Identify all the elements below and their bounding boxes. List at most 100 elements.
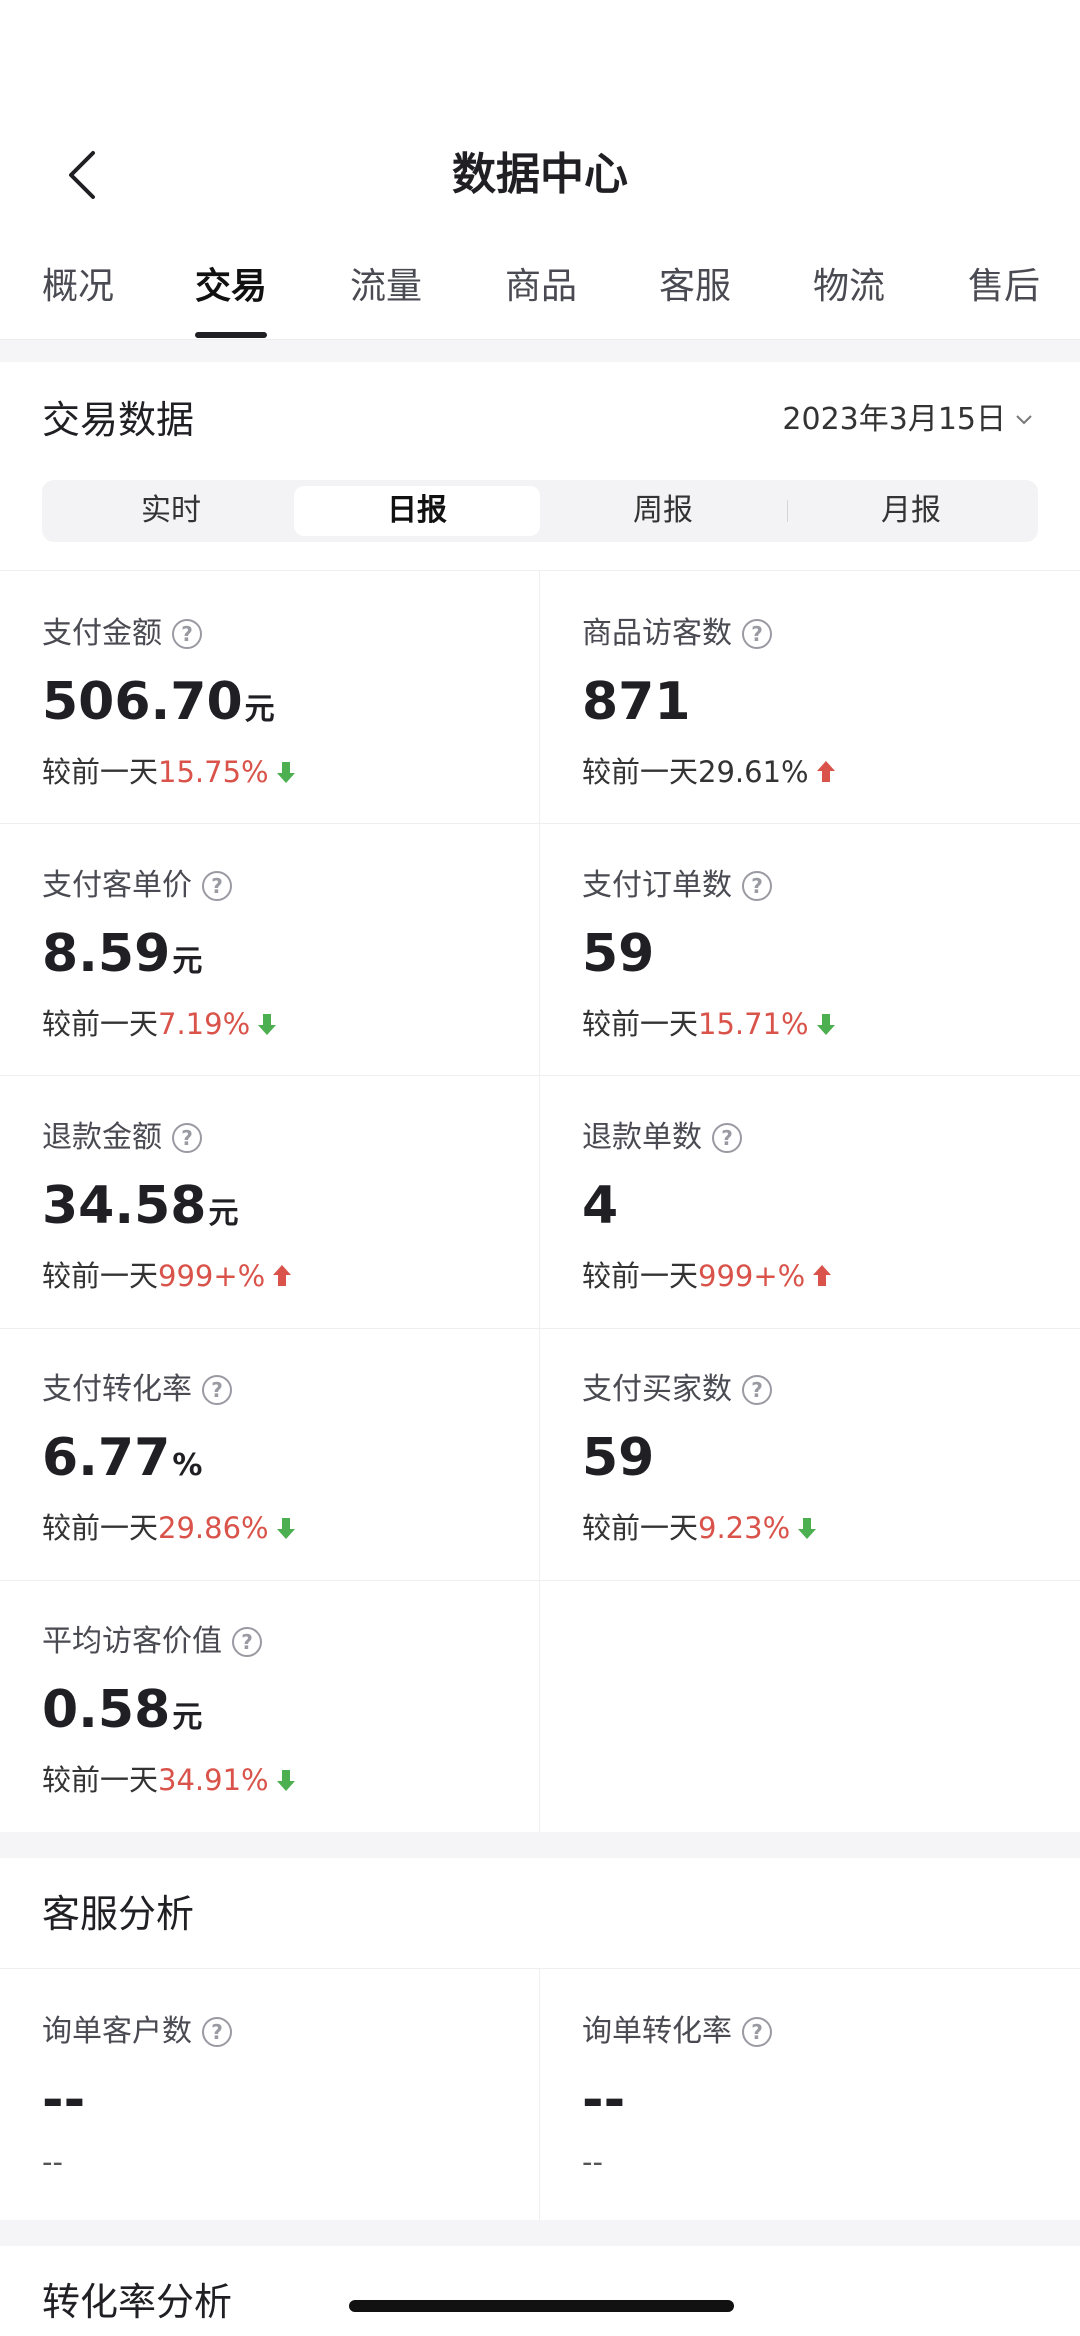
metric-product-visitors[interactable]: 商品访客数? 871 较前一天 29.61% (582, 614, 1080, 792)
metric-label: 支付转化率 (42, 1372, 192, 1407)
tab-customer-service[interactable]: 客服 (659, 262, 731, 312)
help-icon[interactable]: ? (172, 619, 202, 649)
metric-label: 支付订单数 (582, 868, 732, 903)
arrow-up-icon (815, 760, 837, 784)
conversion-section-title: 转化率分析 (42, 2280, 233, 2324)
metric-value: 59 (582, 1428, 655, 1488)
tab-traffic[interactable]: 流量 (350, 262, 422, 312)
metric-payment-amount[interactable]: 支付金额? 506.70元 较前一天 15.75% (42, 614, 542, 792)
period-weekly[interactable]: 周报 (540, 486, 786, 536)
metric-value: 506.70 (42, 672, 243, 732)
metric-change: 15.75% (158, 755, 269, 789)
metric-label: 平均访客价值 (42, 1624, 222, 1659)
help-icon[interactable]: ? (742, 2017, 772, 2047)
metric-change: 29.61% (698, 755, 809, 789)
metric-label: 商品访客数 (582, 616, 732, 651)
arrow-up-icon (271, 1264, 293, 1288)
metric-unit: % (172, 1448, 203, 1483)
divider (0, 823, 1080, 824)
help-icon[interactable]: ? (742, 871, 772, 901)
metric-inquiry-customers[interactable]: 询单客户数? -- -- (42, 2012, 542, 2182)
metric-refund-amount[interactable]: 退款金额? 34.58元 较前一天 999+% (42, 1118, 542, 1296)
metric-avg-visitor-value[interactable]: 平均访客价值? 0.58元 较前一天 34.91% (42, 1622, 542, 1800)
help-icon[interactable]: ? (202, 1375, 232, 1405)
divider (0, 1328, 1080, 1329)
metric-value: -- (582, 2070, 626, 2130)
arrow-down-icon (256, 1012, 278, 1036)
metric-change: 15.71% (698, 1007, 809, 1041)
metric-change: 999+% (158, 1259, 266, 1293)
tab-logistics[interactable]: 物流 (813, 262, 885, 312)
page-title: 数据中心 (452, 149, 628, 200)
metric-value: 6.77 (42, 1428, 171, 1488)
arrow-down-icon (796, 1516, 818, 1540)
date-value: 2023年3月15日 (782, 402, 1006, 437)
help-icon[interactable]: ? (742, 1375, 772, 1405)
metric-value: 34.58 (42, 1176, 207, 1236)
arrow-up-icon (811, 1264, 833, 1288)
service-section-title: 客服分析 (42, 1892, 195, 1936)
compare-prefix: 较前一天 (42, 1511, 159, 1545)
tab-overview[interactable]: 概况 (42, 262, 114, 312)
divider (0, 570, 1080, 571)
help-icon[interactable]: ? (232, 1627, 262, 1657)
metric-label: 支付金额 (42, 616, 162, 651)
help-icon[interactable]: ? (202, 2017, 232, 2047)
metric-compare: -- (42, 2145, 63, 2179)
metric-value: 0.58 (42, 1680, 171, 1740)
compare-prefix: 较前一天 (582, 1511, 699, 1545)
metric-value: 59 (582, 924, 655, 984)
compare-prefix: 较前一天 (42, 755, 159, 789)
period-realtime[interactable]: 实时 (48, 486, 294, 536)
period-monthly[interactable]: 月报 (788, 486, 1034, 536)
header: 数据中心 概况 交易 流量 商品 客服 物流 售后 (0, 0, 1080, 340)
tab-products[interactable]: 商品 (505, 262, 577, 312)
tab-after-sales[interactable]: 售后 (968, 262, 1040, 312)
compare-prefix: 较前一天 (582, 1007, 699, 1041)
period-daily[interactable]: 日报 (294, 486, 540, 536)
help-icon[interactable]: ? (172, 1123, 202, 1153)
metric-paying-buyers[interactable]: 支付买家数? 59 较前一天 9.23% (582, 1370, 1080, 1548)
divider (0, 1075, 1080, 1076)
metric-paid-orders[interactable]: 支付订单数? 59 较前一天 15.71% (582, 866, 1080, 1044)
divider (0, 1580, 1080, 1581)
metric-value: 8.59 (42, 924, 171, 984)
help-icon[interactable]: ? (742, 619, 772, 649)
date-picker[interactable]: 2023年3月15日 (782, 395, 1032, 445)
metric-value: 871 (582, 672, 691, 732)
chevron-down-icon (1016, 415, 1032, 425)
metric-compare: -- (582, 2145, 603, 2179)
metric-unit: 元 (172, 944, 203, 979)
arrow-down-icon (275, 760, 297, 784)
compare-prefix: 较前一天 (42, 1007, 159, 1041)
arrow-down-icon (815, 1012, 837, 1036)
tab-trade[interactable]: 交易 (195, 262, 267, 312)
help-icon[interactable]: ? (712, 1123, 742, 1153)
metric-change: 34.91% (158, 1763, 269, 1797)
metric-change: 7.19% (158, 1007, 251, 1041)
metric-change: 999+% (698, 1259, 806, 1293)
metric-label: 询单客户数 (42, 2014, 192, 2049)
metric-conversion-rate[interactable]: 支付转化率? 6.77% 较前一天 29.86% (42, 1370, 542, 1548)
metric-value: -- (42, 2070, 86, 2130)
metric-value: 4 (582, 1176, 619, 1236)
metric-inquiry-conversion[interactable]: 询单转化率? -- -- (582, 2012, 1080, 2182)
arrow-down-icon (275, 1768, 297, 1792)
metric-unit: 元 (172, 1700, 203, 1735)
metric-change: 29.86% (158, 1511, 269, 1545)
compare-prefix: 较前一天 (42, 1259, 159, 1293)
metric-unit: 元 (244, 692, 275, 727)
metric-refund-orders[interactable]: 退款单数? 4 较前一天 999+% (582, 1118, 1080, 1296)
arrow-down-icon (275, 1516, 297, 1540)
active-tab-indicator (195, 332, 267, 338)
metric-unit: 元 (208, 1196, 239, 1231)
metric-avg-order-value[interactable]: 支付客单价? 8.59元 较前一天 7.19% (42, 866, 542, 1044)
tab-bar: 概况 交易 流量 商品 客服 物流 售后 (0, 250, 1080, 340)
metric-label: 支付客单价 (42, 868, 192, 903)
metric-label: 退款单数 (582, 1120, 702, 1155)
help-icon[interactable]: ? (202, 871, 232, 901)
metric-label: 询单转化率 (582, 2014, 732, 2049)
period-selector: 实时 日报 周报 月报 (42, 480, 1038, 542)
metric-label: 退款金额 (42, 1120, 162, 1155)
compare-prefix: 较前一天 (582, 1259, 699, 1293)
